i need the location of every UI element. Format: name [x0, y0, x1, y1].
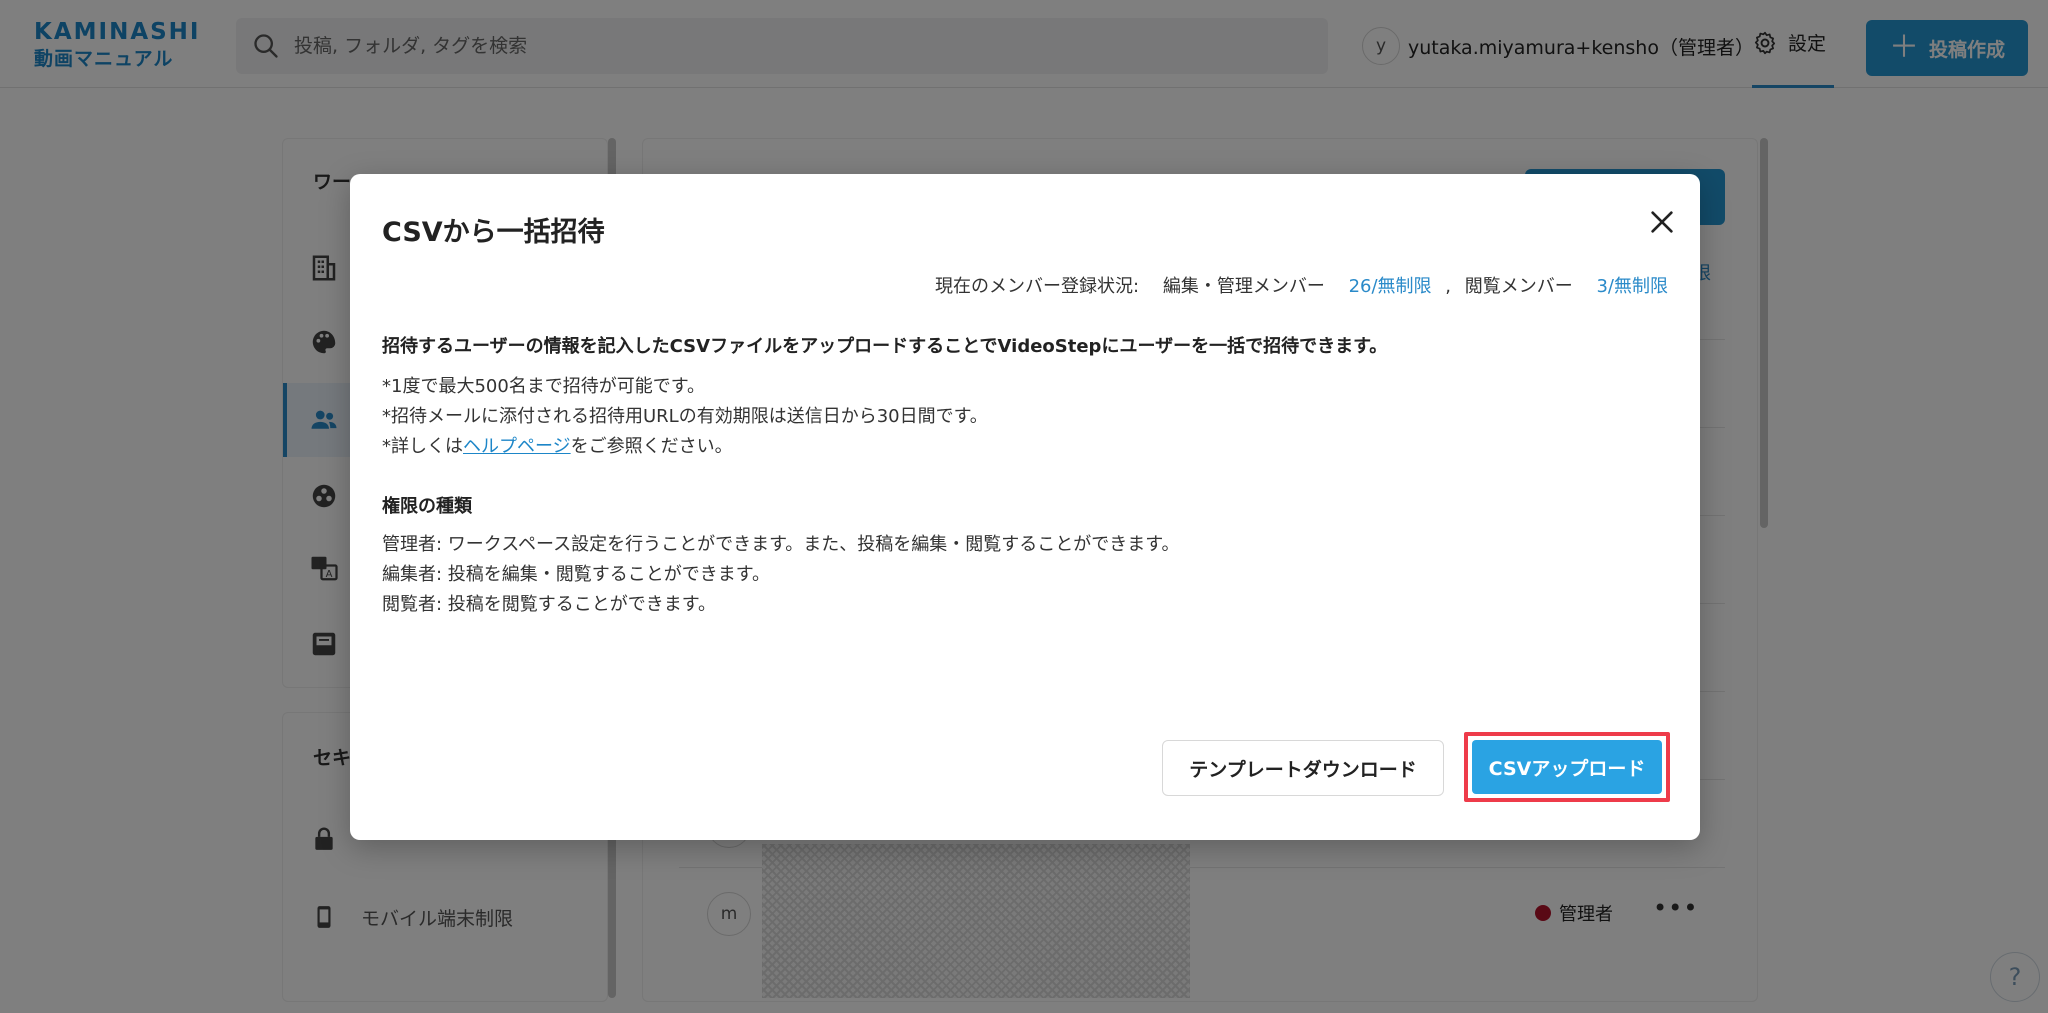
note-max: *1度で最大500名まで招待が可能です。	[382, 376, 706, 397]
csv-invite-dialog: CSVから一括招待 現在のメンバー登録状況: 編集・管理メンバー 26/無制限 …	[350, 174, 1700, 840]
notes: *1度で最大500名まで招待が可能です。 *招待メールに添付される招待用URLの…	[382, 372, 988, 462]
perm-admin: 管理者: ワークスペース設定を行うことができます。また、投稿を編集・閲覧すること…	[382, 534, 1180, 555]
help-page-link[interactable]: ヘルプページ	[463, 436, 571, 457]
template-download-button[interactable]: テンプレートダウンロード	[1162, 740, 1444, 796]
status-prefix: 現在のメンバー登録状況:	[935, 276, 1140, 297]
dialog-title: CSVから一括招待	[382, 217, 605, 248]
perm-editor: 編集者: 投稿を編集・閲覧することができます。	[382, 564, 770, 585]
status-separator: ,	[1445, 276, 1451, 297]
member-status: 現在のメンバー登録状況: 編集・管理メンバー 26/無制限 , 閲覧メンバー 3…	[935, 272, 1668, 298]
perm-viewer: 閲覧者: 投稿を閲覧することができます。	[382, 594, 716, 615]
edit-members-count: 26/無制限	[1348, 276, 1432, 297]
dialog-description: 招待するユーザーの情報を記入したCSVファイルをアップロードすることでVideo…	[382, 336, 1388, 357]
view-members-count: 3/無制限	[1596, 276, 1668, 297]
upload-highlight: CSVアップロード	[1464, 732, 1670, 802]
permissions-list: 管理者: ワークスペース設定を行うことができます。また、投稿を編集・閲覧すること…	[382, 530, 1179, 620]
edit-members-label: 編集・管理メンバー	[1162, 276, 1325, 297]
permissions-title: 権限の種類	[382, 496, 472, 517]
note-expiry: *招待メールに添付される招待用URLの有効期限は送信日から30日間です。	[382, 406, 988, 427]
view-members-label: 閲覧メンバー	[1464, 276, 1573, 297]
close-icon[interactable]	[1646, 206, 1678, 238]
csv-upload-button[interactable]: CSVアップロード	[1472, 740, 1662, 794]
note-help: *詳しくはヘルプページをご参照ください。	[382, 436, 733, 457]
